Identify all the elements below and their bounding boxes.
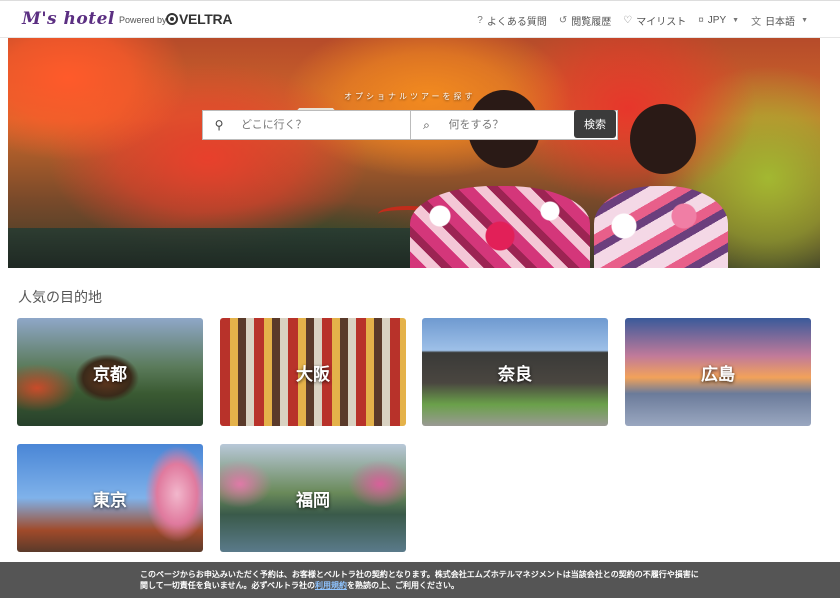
caret-down-icon: ▼ — [732, 17, 740, 24]
hero-pond — [8, 228, 428, 268]
hero-caption: オプショナルツアーを探す — [344, 92, 476, 101]
destination-label: 広島 — [701, 364, 735, 385]
history-icon: ↺ — [558, 15, 568, 26]
nav-faq-label: よくある質問 — [486, 17, 547, 28]
destination-label: 大阪 — [296, 364, 330, 385]
disclaimer-banner: このページからお申込みいただく予約は、お客様とベルトラ社の契約となります。株式会… — [0, 562, 840, 598]
destination-card-kyoto[interactable]: 京都 — [17, 318, 203, 426]
terms-link[interactable]: 利用規約 — [315, 581, 347, 590]
destination-card-nara[interactable]: 奈良 — [422, 318, 608, 426]
nav-language-dropdown[interactable]: 文 日本語 ▼ — [751, 13, 808, 28]
nav-history-label: 閲覧履歴 — [571, 17, 612, 28]
destination-card-osaka[interactable]: 大阪 — [220, 318, 406, 426]
search-button[interactable]: 検索 — [574, 110, 616, 138]
nav-faq[interactable]: ? よくある質問 — [477, 13, 547, 28]
nav-history[interactable]: ↺ 閲覧履歴 — [559, 13, 611, 28]
heart-icon: ♡ — [623, 15, 633, 26]
header-nav: ? よくある質問 ↺ 閲覧履歴 ♡ マイリスト ¤ JPY ▼ 文 日本語 ▼ — [477, 13, 808, 28]
destination-card-tokyo[interactable]: 東京 — [17, 444, 203, 552]
nav-language-label: 日本語 — [765, 17, 796, 28]
destination-input[interactable] — [241, 119, 361, 131]
caret-down-icon: ▼ — [801, 17, 808, 24]
nav-currency-dropdown[interactable]: ¤ JPY ▼ — [698, 13, 739, 28]
question-circle-icon: ? — [477, 15, 483, 26]
veltra-logo[interactable]: VELTRA — [166, 11, 232, 27]
nav-currency-label: JPY — [707, 15, 727, 26]
map-pin-icon: ⚲ — [214, 118, 224, 132]
powered-by-label: Powered by — [119, 15, 167, 25]
veltra-mark-icon — [166, 13, 178, 25]
destination-label: 福岡 — [296, 490, 330, 511]
search-icon: ⌕ — [423, 117, 430, 132]
destination-label: 奈良 — [498, 364, 532, 385]
destination-label: 京都 — [93, 364, 127, 385]
nav-mylist-label: マイリスト — [636, 17, 687, 28]
site-header: M's hotel Powered by VELTRA ? よくある質問 ↺ 閲… — [0, 0, 840, 38]
destination-field[interactable]: ⚲ — [202, 110, 411, 140]
section-title-popular-destinations: 人気の目的地 — [18, 289, 102, 305]
disclaimer-text: このページからお申込みいただく予約は、お客様とベルトラ社の契約となります。株式会… — [140, 569, 700, 591]
activity-input[interactable] — [448, 119, 569, 131]
nav-mylist[interactable]: ♡ マイリスト — [623, 13, 686, 28]
search-bar: ⚲ ⌕ — [202, 110, 618, 140]
site-logo[interactable]: M's hotel — [22, 9, 115, 29]
currency-icon: ¤ — [698, 15, 704, 26]
language-icon: 文 — [751, 17, 762, 28]
hero-banner — [8, 38, 820, 268]
destination-card-hiroshima[interactable]: 広島 — [625, 318, 811, 426]
veltra-logo-text: VELTRA — [179, 11, 233, 27]
disclaimer-text-after: を熟読の上、ご利用ください。 — [346, 581, 459, 590]
destination-label: 東京 — [93, 490, 127, 511]
destination-card-fukuoka[interactable]: 福岡 — [220, 444, 406, 552]
